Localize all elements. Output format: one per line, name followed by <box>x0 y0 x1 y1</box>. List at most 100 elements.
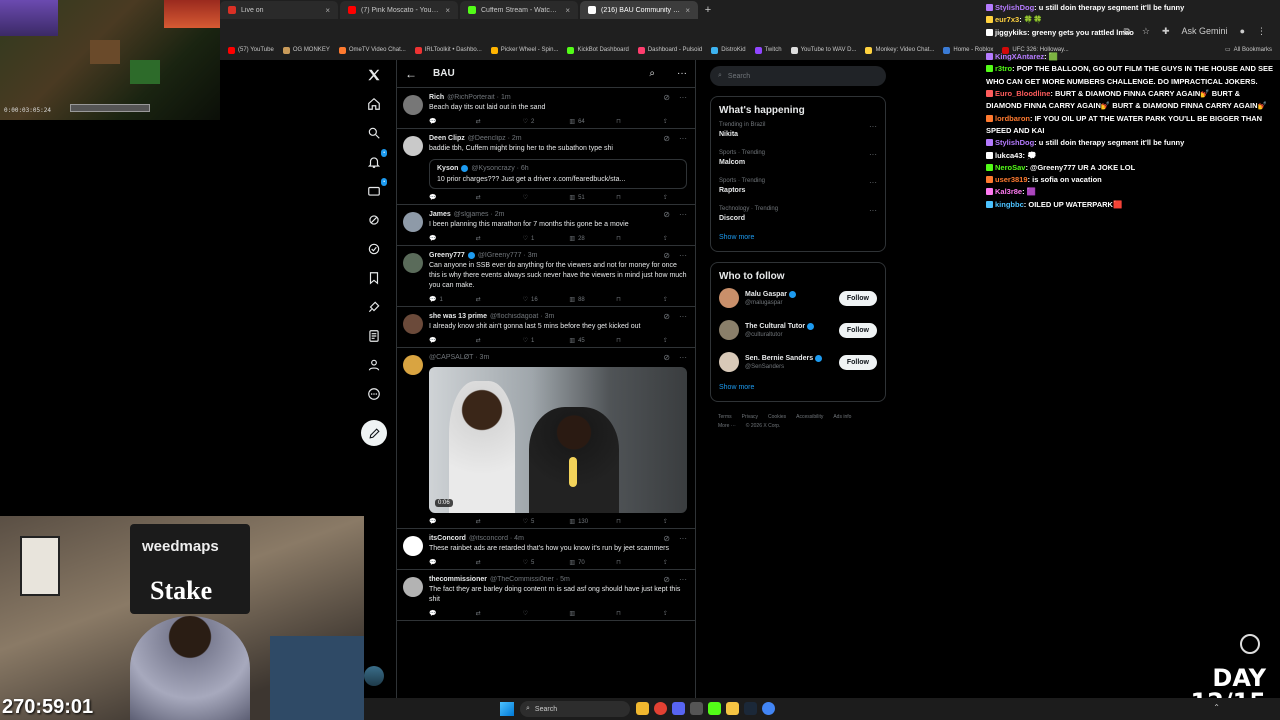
trend-item[interactable]: Trending in Brazil Nikita ··· <box>719 122 877 138</box>
footer-link[interactable]: Accessibility <box>796 414 823 420</box>
chat-username[interactable]: KingXAntarez <box>995 52 1044 61</box>
repost-button[interactable]: ⇄ <box>476 518 498 525</box>
post-more-icon[interactable]: ··· <box>679 312 687 321</box>
like-button[interactable]: ♡ <box>523 194 545 201</box>
share-button[interactable]: ⇪ <box>663 337 685 344</box>
post-more-icon[interactable]: ··· <box>679 575 687 584</box>
author-handle[interactable]: @flochisdagoat · 3m <box>490 313 554 320</box>
follow-suggestion[interactable]: Malu Gaspar @malugaspar Follow <box>719 288 877 308</box>
share-button[interactable]: ⇪ <box>663 610 685 617</box>
reply-button[interactable]: 💬 <box>429 518 451 525</box>
author-avatar[interactable] <box>403 253 423 273</box>
post-more-icon[interactable]: ··· <box>679 534 687 543</box>
bookmark-button[interactable]: ⊓ <box>616 118 638 125</box>
post[interactable]: Deen Clipz @Deenclipz · 2m ⊘ ··· baddie tbh,… <box>397 129 695 205</box>
author-name[interactable]: Greeny777 <box>429 252 465 259</box>
repost-button[interactable]: ⇄ <box>476 194 498 201</box>
communities-icon[interactable] <box>363 238 385 260</box>
close-tab-icon[interactable]: × <box>445 6 450 15</box>
author-handle[interactable]: @IGreeny777 · 3m <box>478 252 538 259</box>
post[interactable]: James @slgjames · 2m ⊘ ··· I been planning t… <box>397 205 695 246</box>
chat-username[interactable]: lukca43 <box>995 151 1023 160</box>
bookmark-item[interactable]: OG MONKEY <box>282 46 330 54</box>
quoted-post[interactable]: Kyson @Kysoncrazy · 6h 10 prior charges???… <box>429 159 687 189</box>
grok-explain-icon[interactable]: ⊘ <box>663 210 670 219</box>
bookmark-button[interactable]: ⊓ <box>616 559 638 566</box>
task-view-icon[interactable] <box>636 702 649 715</box>
taskbar-search[interactable]: ⌕ Search <box>520 701 630 717</box>
bookmark-item[interactable]: DistroKid <box>711 46 746 54</box>
post[interactable]: she was 13 prime @flochisdagoat · 3m ⊘ ··· I… <box>397 307 695 348</box>
post-more-icon[interactable]: ··· <box>679 210 687 219</box>
more-icon[interactable] <box>363 383 385 405</box>
bookmark-item[interactable]: KickBot Dashboard <box>567 46 629 54</box>
kick-icon[interactable] <box>708 702 721 715</box>
search-input[interactable]: ⌕ Search <box>710 66 886 86</box>
bookmark-item[interactable]: YouTube to WAV D... <box>790 46 856 54</box>
share-button[interactable]: ⇪ <box>663 194 685 201</box>
views-button[interactable]: ▥ 51 <box>569 194 591 202</box>
suggested-avatar[interactable] <box>719 288 739 308</box>
bookmarks-icon[interactable] <box>363 267 385 289</box>
chat-username[interactable]: jiggykiks <box>995 28 1027 37</box>
chat-username[interactable]: eur7x3 <box>995 15 1019 24</box>
suggested-name[interactable]: Malu Gaspar <box>745 291 787 298</box>
post[interactable]: thecommissioner @TheCommissi0ner · 5m ⊘ ···… <box>397 570 695 621</box>
suggested-avatar[interactable] <box>719 352 739 372</box>
notifications-icon[interactable]: • <box>363 149 387 173</box>
like-button[interactable]: ♡ <box>523 610 545 617</box>
trend-more-icon[interactable]: ··· <box>869 122 877 138</box>
bookmark-item[interactable]: Picker Wheel - Spin... <box>490 46 558 54</box>
close-tab-icon[interactable]: × <box>565 6 570 15</box>
author-name[interactable]: James <box>429 211 451 218</box>
views-button[interactable]: ▥ 45 <box>569 337 591 345</box>
x-logo-icon[interactable] <box>363 64 385 86</box>
author-handle[interactable]: @RichPorterait · 1m <box>447 94 511 101</box>
reply-button[interactable]: 💬 <box>429 559 451 566</box>
trend-more-icon[interactable]: ··· <box>869 206 877 222</box>
chat-username[interactable]: user3819 <box>995 175 1028 184</box>
footer-link[interactable]: Terms <box>718 414 732 420</box>
chrome-icon[interactable] <box>654 702 667 715</box>
bookmark-item[interactable]: Dashboard - Pulsoid <box>637 46 702 54</box>
grok-explain-icon[interactable]: ⊘ <box>663 353 670 362</box>
browser-tab[interactable]: Live on × <box>220 1 338 19</box>
grok-explain-icon[interactable]: ⊘ <box>663 575 670 584</box>
repost-button[interactable]: ⇄ <box>476 559 498 566</box>
share-button[interactable]: ⇪ <box>663 296 685 303</box>
system-tray-chevron-icon[interactable]: ⌃ <box>1213 703 1220 712</box>
bookmark-item[interactable]: (57) YouTube <box>228 46 274 54</box>
close-tab-icon[interactable]: × <box>325 6 330 15</box>
reply-button[interactable]: 💬 <box>429 610 451 617</box>
bookmark-item[interactable]: Twitch <box>754 46 782 54</box>
like-button[interactable]: ♡ 1 <box>523 235 545 243</box>
repost-button[interactable]: ⇄ <box>476 337 498 344</box>
browser-tab[interactable]: (216) BAU Community / X × <box>580 1 698 19</box>
search-icon[interactable] <box>363 122 385 144</box>
follow-suggestion[interactable]: The Cultural Tutor @culturaltutor Follow <box>719 320 877 340</box>
trend-more-icon[interactable]: ··· <box>869 150 877 166</box>
reply-button[interactable]: 💬 <box>429 118 451 125</box>
post-video[interactable]: 0:06 <box>429 367 687 513</box>
reply-button[interactable]: 💬 <box>429 194 451 201</box>
follow-show-more-link[interactable]: Show more <box>719 384 877 391</box>
views-button[interactable]: ▥ 130 <box>569 518 591 526</box>
back-arrow-icon[interactable]: ← <box>405 67 417 81</box>
grok-explain-icon[interactable]: ⊘ <box>663 312 670 321</box>
repost-button[interactable]: ⇄ <box>476 118 498 125</box>
author-avatar[interactable] <box>403 577 423 597</box>
premium-icon[interactable] <box>363 296 385 318</box>
author-avatar[interactable] <box>403 314 423 334</box>
author-name[interactable]: itsConcord <box>429 535 466 542</box>
bookmark-button[interactable]: ⊓ <box>616 194 638 201</box>
follow-button[interactable]: Follow <box>838 290 877 306</box>
discord-icon[interactable] <box>672 702 685 715</box>
author-handle[interactable]: @CAPSALØT · 3m <box>429 354 489 361</box>
trend-item[interactable]: Technology · Trending Discord ··· <box>719 206 877 222</box>
bookmark-item[interactable]: Monkey: Video Chat... <box>865 46 934 54</box>
search-icon[interactable]: ⌕ <box>649 68 655 79</box>
grok-explain-icon[interactable]: ⊘ <box>663 134 670 143</box>
author-handle[interactable]: @TheCommissi0ner · 5m <box>490 576 570 583</box>
views-button[interactable]: ▥ 28 <box>569 235 591 243</box>
like-button[interactable]: ♡ 5 <box>523 559 545 567</box>
